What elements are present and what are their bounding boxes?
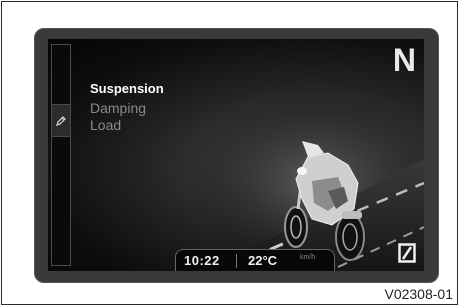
figure-reference-label: V02308-01 [384, 286, 453, 302]
side-strip-bottom[interactable] [52, 137, 70, 265]
figure-frame: Suspension Damping Load N 10:22 22°C km/… [1, 1, 458, 305]
suspension-menu: Suspension Damping Load [90, 81, 164, 134]
speed-unit-label: km/h [300, 254, 316, 261]
zero-box-icon [398, 243, 416, 263]
dashboard-screen: Suspension Damping Load N 10:22 22°C km/… [48, 39, 424, 271]
menu-title: Suspension [90, 81, 164, 96]
menu-item-damping[interactable]: Damping [90, 100, 164, 117]
status-divider [236, 254, 237, 268]
pencil-icon [56, 116, 66, 126]
side-control-strip [51, 44, 71, 266]
gear-indicator: N [392, 42, 416, 78]
ambient-temperature: 22°C [248, 253, 278, 268]
clock-time: 10:22 [184, 253, 220, 268]
motorcycle-illustration [188, 99, 424, 271]
side-strip-top[interactable] [52, 45, 70, 105]
menu-item-load[interactable]: Load [90, 117, 164, 134]
side-strip-edit[interactable] [52, 105, 70, 137]
